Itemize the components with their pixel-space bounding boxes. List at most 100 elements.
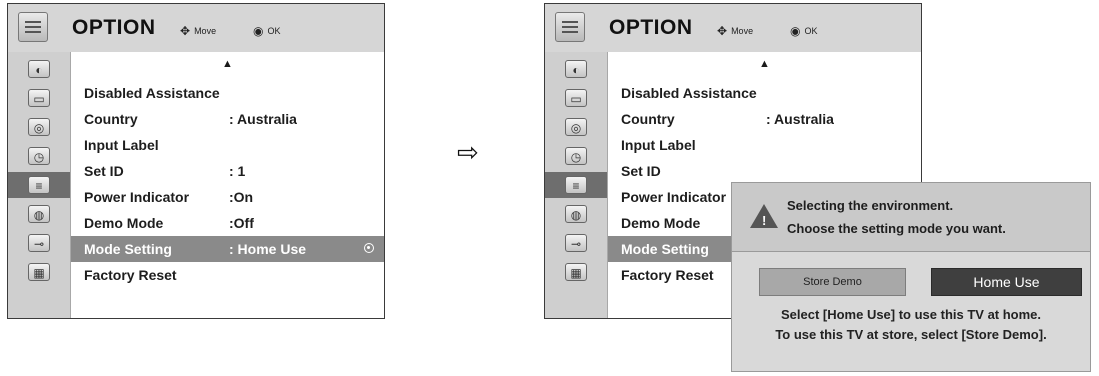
item-value: :On <box>229 189 254 205</box>
sidebar-item-input[interactable]: ⊸ <box>8 230 70 256</box>
move-arrows-icon: ✥ <box>180 24 191 38</box>
time-icon: ◷ <box>565 147 587 165</box>
item-label: Factory Reset <box>621 267 714 283</box>
item-label: Mode Setting <box>621 241 709 257</box>
lock-icon: ◍ <box>28 205 50 223</box>
list-item-mode-setting[interactable]: Mode Setting : Home Use <box>71 236 384 262</box>
move-hint-label: Move <box>731 26 754 36</box>
list-item-disabled-assistance[interactable]: Disabled Assistance <box>71 80 384 106</box>
item-label: Disabled Assistance <box>621 85 757 101</box>
home-use-button[interactable]: Home Use <box>931 268 1082 296</box>
ok-button-icon: ◉ <box>253 24 264 38</box>
move-arrows-icon: ✥ <box>717 24 728 38</box>
dialog-title-line2: Choose the setting mode you want. <box>787 221 1006 236</box>
option-icon <box>18 12 48 42</box>
sidebar-item-audio[interactable]: ◎ <box>545 114 607 140</box>
item-label: Demo Mode <box>621 215 701 231</box>
list-item-input-label[interactable]: Input Label <box>608 132 921 158</box>
item-label: Demo Mode <box>84 215 164 231</box>
media-icon: ▦ <box>565 263 587 281</box>
satellite-icon: ◐ <box>565 60 587 78</box>
option-icon: ≡ <box>28 176 50 194</box>
sidebar-item-audio[interactable]: ◎ <box>8 114 70 140</box>
dialog-message-line2: To use this TV at store, select [Store D… <box>775 327 1047 342</box>
sidebar-item-media[interactable]: ▦ <box>8 259 70 285</box>
dialog-header: ! Selecting the environment. Choose the … <box>732 183 1090 252</box>
menu-header: OPTION ✥ Move ◉ OK <box>8 4 384 52</box>
item-value: : Home Use <box>229 241 307 257</box>
list-item-power-indicator[interactable]: Power Indicator :On <box>71 184 384 210</box>
list-item-input-label[interactable]: Input Label <box>71 132 384 158</box>
satellite-icon: ◐ <box>28 60 50 78</box>
ok-hint: ◉ OK <box>790 24 818 38</box>
sidebar-item-picture[interactable]: ▭ <box>8 85 70 111</box>
media-icon: ▦ <box>28 263 50 281</box>
sidebar-item-option[interactable]: ≡ <box>8 172 70 198</box>
option-icon: ≡ <box>565 176 587 194</box>
category-sidebar: ◐ ▭ ◎ ◷ ≡ ◍ ⊸ ▦ <box>545 52 608 318</box>
menu-header: OPTION ✥ Move ◉ OK <box>545 4 921 52</box>
list-item-factory-reset[interactable]: Factory Reset <box>71 262 384 288</box>
item-label: Set ID <box>621 163 661 179</box>
item-value: : Australia <box>766 111 834 127</box>
category-sidebar: ◐ ▭ ◎ ◷ ≡ ◍ ⊸ ▦ <box>8 52 71 318</box>
item-label: Input Label <box>621 137 696 153</box>
move-hint: ✥ Move <box>717 24 753 38</box>
item-label: Mode Setting <box>84 241 172 257</box>
item-label: Country <box>621 111 675 127</box>
sidebar-item-satellite[interactable]: ◐ <box>8 56 70 82</box>
move-hint: ✥ Move <box>180 24 216 38</box>
sidebar-item-option[interactable]: ≡ <box>545 172 607 198</box>
dialog-message-line1: Select [Home Use] to use this TV at home… <box>780 307 1042 322</box>
list-item-country[interactable]: Country : Australia <box>71 106 384 132</box>
list-item-disabled-assistance[interactable]: Disabled Assistance <box>608 80 921 106</box>
item-label: Set ID <box>84 163 124 179</box>
sidebar-item-input[interactable]: ⊸ <box>545 230 607 256</box>
menu-title: OPTION <box>72 16 156 39</box>
list-item-country[interactable]: Country : Australia <box>608 106 921 132</box>
option-list: ▲ Disabled Assistance Country : Australi… <box>71 52 384 318</box>
ok-hint: ◉ OK <box>253 24 281 38</box>
time-icon: ◷ <box>28 147 50 165</box>
scroll-up-icon[interactable]: ▲ <box>608 58 921 70</box>
item-label: Factory Reset <box>84 267 177 283</box>
ok-hint-label: OK <box>804 26 818 36</box>
picture-icon: ▭ <box>565 89 587 107</box>
picture-icon: ▭ <box>28 89 50 107</box>
sidebar-item-picture[interactable]: ▭ <box>545 85 607 111</box>
ok-button-icon: ◉ <box>790 24 801 38</box>
option-icon <box>555 12 585 42</box>
input-icon: ⊸ <box>28 234 50 252</box>
dialog-title-line1: Selecting the environment. <box>787 198 954 213</box>
item-label: Disabled Assistance <box>84 85 220 101</box>
mode-setting-dialog: ! Selecting the environment. Choose the … <box>731 182 1091 372</box>
item-label: Input Label <box>84 137 159 153</box>
item-label: Country <box>84 111 138 127</box>
option-menu-panel-left: OPTION ✥ Move ◉ OK ◐ ▭ ◎ ◷ ≡ ◍ ⊸ ▦ ▲ Dis… <box>7 3 385 319</box>
sidebar-item-satellite[interactable]: ◐ <box>545 56 607 82</box>
item-value: :Off <box>229 215 254 231</box>
sidebar-item-lock[interactable]: ◍ <box>8 201 70 227</box>
audio-icon: ◎ <box>28 118 50 136</box>
move-hint-label: Move <box>194 26 217 36</box>
sidebar-item-time[interactable]: ◷ <box>545 143 607 169</box>
item-label: Power Indicator <box>84 189 190 205</box>
item-value: : Australia <box>229 111 297 127</box>
selected-radio-icon <box>364 243 374 253</box>
item-value: : 1 <box>229 163 246 179</box>
list-item-set-id[interactable]: Set ID : 1 <box>71 158 384 184</box>
lock-icon: ◍ <box>565 205 587 223</box>
menu-title: OPTION <box>609 16 693 39</box>
item-label: Power Indicator <box>621 189 727 205</box>
sidebar-item-lock[interactable]: ◍ <box>545 201 607 227</box>
ok-hint-label: OK <box>267 26 281 36</box>
input-icon: ⊸ <box>565 234 587 252</box>
sidebar-item-media[interactable]: ▦ <box>545 259 607 285</box>
audio-icon: ◎ <box>565 118 587 136</box>
scroll-up-icon[interactable]: ▲ <box>71 58 384 70</box>
sidebar-item-time[interactable]: ◷ <box>8 143 70 169</box>
list-item-set-id[interactable]: Set ID <box>608 158 921 184</box>
store-demo-button[interactable]: Store Demo <box>759 268 906 296</box>
list-item-demo-mode[interactable]: Demo Mode :Off <box>71 210 384 236</box>
transition-arrow-icon: ⇨ <box>457 137 479 167</box>
